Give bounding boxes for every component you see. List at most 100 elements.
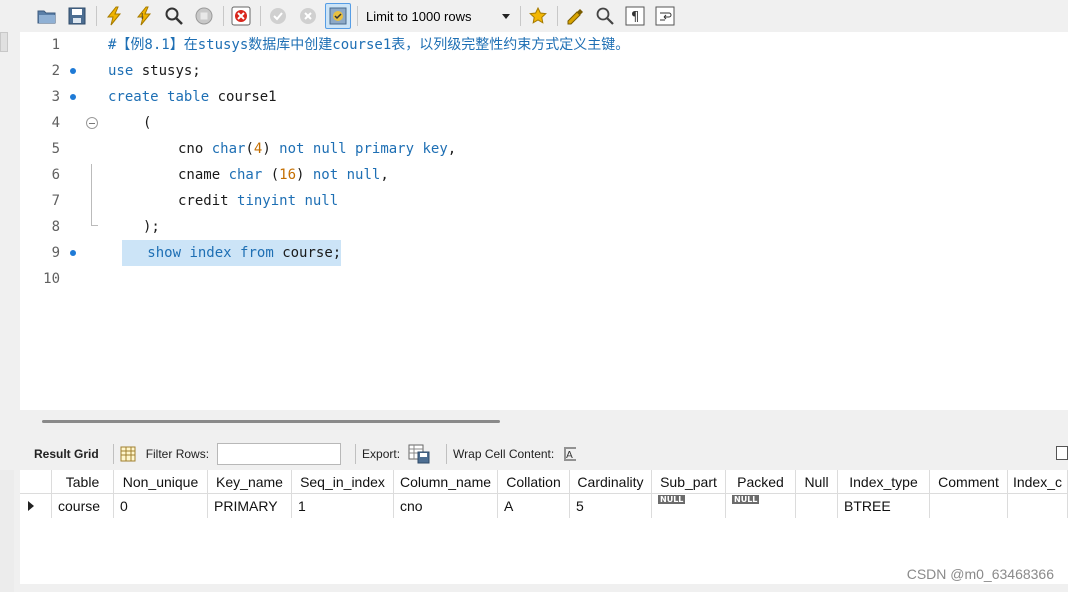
column-header-label: Null <box>804 474 829 490</box>
editor-line[interactable]: 5 cno char(4) not null primary key, <box>20 136 1068 162</box>
column-header[interactable]: Index_c <box>1008 470 1068 494</box>
grid-cell[interactable] <box>1008 494 1068 518</box>
statement-marker-icon <box>70 68 76 74</box>
cell-value: PRIMARY <box>214 498 278 514</box>
toolbar-separator <box>446 444 448 464</box>
toggle-error-button[interactable] <box>228 3 254 29</box>
column-header-label: Column_name <box>399 474 492 490</box>
grid-cell[interactable] <box>796 494 838 518</box>
editor-horizontal-scrollbar[interactable] <box>20 410 1068 438</box>
column-header[interactable]: Null <box>796 470 838 494</box>
column-header[interactable]: Comment <box>930 470 1008 494</box>
export-icon[interactable] <box>408 444 430 464</box>
invisible-chars-button[interactable]: ¶ <box>622 3 648 29</box>
editor-line[interactable]: 4( <box>20 110 1068 136</box>
add-snippet-button[interactable] <box>525 3 551 29</box>
editor-line[interactable]: 2 use stusys; <box>20 58 1068 84</box>
fold-toggle-icon[interactable] <box>86 117 98 129</box>
save-button[interactable] <box>64 3 90 29</box>
column-header-label: Non_unique <box>122 474 199 490</box>
column-header[interactable]: Index_type <box>838 470 930 494</box>
grid-cell[interactable]: PRIMARY <box>208 494 292 518</box>
beautify-icon <box>567 9 583 25</box>
editor-line[interactable]: 9 show index from course; <box>20 240 1068 266</box>
rollback-button[interactable] <box>295 3 321 29</box>
status-strip <box>20 584 1068 592</box>
editor-line[interactable]: 6 cname char (16) not null, <box>20 162 1068 188</box>
statement-marker-icon <box>70 94 76 100</box>
column-header[interactable]: Table <box>52 470 114 494</box>
code-token: use <box>108 63 134 79</box>
checkbox[interactable] <box>1056 446 1068 460</box>
column-header[interactable]: Collation <box>498 470 570 494</box>
find-button[interactable] <box>592 3 618 29</box>
column-header[interactable]: Sub_part <box>652 470 726 494</box>
column-header[interactable]: Column_name <box>394 470 498 494</box>
toggle-error-icon <box>231 6 251 26</box>
fold-guide <box>91 164 92 226</box>
chevron-down-icon <box>502 13 510 19</box>
fold-guide-end <box>91 225 98 226</box>
grid-cell[interactable] <box>930 494 1008 518</box>
commit-button[interactable] <box>265 3 291 29</box>
execute-current-button[interactable]: I <box>131 3 157 29</box>
grid-cell[interactable]: A <box>498 494 570 518</box>
code-text: ); <box>143 214 160 240</box>
grid-cell[interactable]: 0 <box>114 494 208 518</box>
explain-button[interactable] <box>161 3 187 29</box>
grid-cell[interactable]: NULL <box>726 494 796 518</box>
editor-line[interactable]: 7 credit tinyint null <box>20 188 1068 214</box>
column-header[interactable]: Seq_in_index <box>292 470 394 494</box>
editor-line[interactable]: 8); <box>20 214 1068 240</box>
wrap-cell-icon[interactable]: A <box>562 446 578 462</box>
table-row[interactable]: course 0 PRIMARY 1 cno A 5 NULL NULL BTREE <box>20 494 1068 518</box>
open-folder-icon <box>37 10 56 24</box>
grid-cell[interactable]: cno <box>394 494 498 518</box>
code-token: ( <box>143 115 152 131</box>
autocommit-toggle[interactable] <box>325 3 351 29</box>
export-label: Export: <box>362 447 401 461</box>
code-token: 16 <box>279 167 297 183</box>
editor-line[interactable]: 1 #【例8.1】在stusys数据库中创建course1表，以列级完整性约束方式… <box>20 32 1068 58</box>
code-token: stusys; <box>133 63 201 79</box>
grid-view-icon[interactable] <box>120 446 136 462</box>
column-header[interactable]: Non_unique <box>114 470 208 494</box>
execute-button[interactable] <box>101 3 127 29</box>
scrollbar-thumb[interactable] <box>42 420 500 423</box>
column-header-label: Cardinality <box>577 474 644 490</box>
open-file-button[interactable] <box>34 3 60 29</box>
grid-cell[interactable]: course <box>52 494 114 518</box>
sql-editor[interactable]: 1 #【例8.1】在stusys数据库中创建course1表，以列级完整性约束方式… <box>20 32 1068 410</box>
line-number: 9 <box>51 245 60 261</box>
word-wrap-button[interactable] <box>652 3 678 29</box>
toolbar-separator <box>557 6 558 26</box>
column-header-label: Seq_in_index <box>300 474 385 490</box>
watermark: CSDN @m0_63468366 <box>906 566 1054 582</box>
autocommit-icon <box>329 7 347 25</box>
limit-rows-select[interactable]: Limit to 1000 rows <box>362 5 514 27</box>
code-token: ( <box>245 141 254 157</box>
code-token: ( <box>262 167 280 183</box>
beautify-button[interactable] <box>562 3 588 29</box>
filter-rows-label: Filter Rows: <box>145 447 210 461</box>
grid-cell[interactable]: NULL <box>652 494 726 518</box>
filter-rows-input[interactable] <box>217 443 342 465</box>
row-selector[interactable] <box>20 494 52 518</box>
code-token: credit <box>178 193 238 209</box>
column-header[interactable]: Cardinality <box>570 470 652 494</box>
grid-cell[interactable]: 1 <box>292 494 394 518</box>
grid-cell[interactable]: BTREE <box>838 494 930 518</box>
column-header[interactable]: Key_name <box>208 470 292 494</box>
result-grid-tab[interactable]: Result Grid <box>34 447 99 461</box>
explain-icon <box>165 7 183 25</box>
editor-line[interactable]: 10 <box>20 266 1068 292</box>
code-token: not null <box>312 167 381 183</box>
side-panel-tab[interactable] <box>0 32 8 52</box>
column-header[interactable]: Packed <box>726 470 796 494</box>
line-number: 5 <box>51 141 60 157</box>
stop-button[interactable] <box>191 3 217 29</box>
grid-cell[interactable]: 5 <box>570 494 652 518</box>
toolbar-separator <box>223 6 224 26</box>
editor-line[interactable]: 3 create table course1 <box>20 84 1068 110</box>
